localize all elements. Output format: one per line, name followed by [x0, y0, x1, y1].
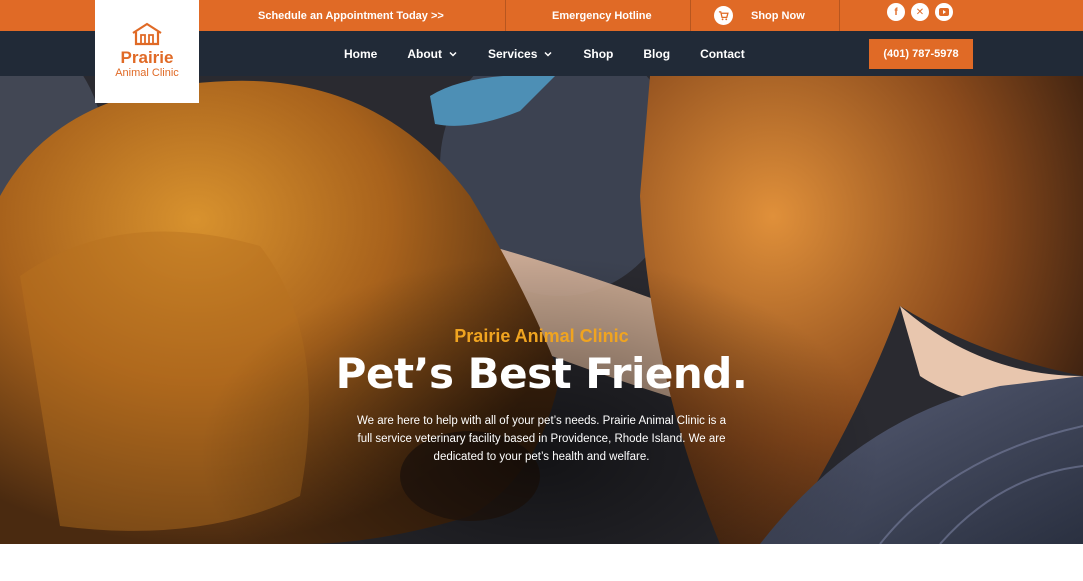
emergency-hotline-link[interactable]: Emergency Hotline [552, 0, 652, 31]
nav-item-shop[interactable]: Shop [583, 47, 613, 61]
nav-item-label: About [407, 46, 442, 61]
hero-content: Prairie Animal Clinic Pet’s Best Friend.… [0, 326, 1083, 466]
hero-kicker: Prairie Animal Clinic [454, 326, 629, 346]
phone-button[interactable]: (401) 787-5978 [869, 39, 973, 69]
hero-title: Pet’s Best Friend. [335, 349, 748, 398]
emergency-hotline-label: Emergency Hotline [552, 9, 652, 22]
nav-item-label: Blog [643, 46, 671, 61]
facebook-icon[interactable]: f [887, 3, 905, 21]
divider [505, 0, 506, 31]
schedule-appointment-link[interactable]: Schedule an Appointment Today >> [258, 0, 444, 31]
nav-item-about[interactable]: About [407, 47, 458, 61]
page-content-start [0, 544, 1083, 581]
cart-icon [714, 6, 733, 25]
hero-overlay [0, 76, 1083, 544]
nav-item-label: Shop [583, 46, 614, 61]
schedule-appointment-label: Schedule an Appointment Today >> [258, 9, 444, 22]
nav-links: Home About Services Shop Blog Contact [344, 31, 775, 76]
nav-item-services[interactable]: Services [488, 47, 553, 61]
nav-item-label: Services [488, 46, 538, 61]
logo-name: Prairie [120, 48, 174, 67]
divider [839, 0, 840, 31]
nav-item-label: Contact [700, 46, 745, 61]
hero-banner: Prairie Animal Clinic Pet’s Best Friend.… [0, 76, 1083, 544]
youtube-icon[interactable] [935, 3, 953, 21]
chevron-down-icon [449, 51, 457, 57]
social-links: f ✕ [887, 3, 953, 21]
nav-item-label: Home [344, 46, 378, 61]
logo-subtitle: Animal Clinic [115, 67, 179, 79]
nav-item-home[interactable]: Home [344, 47, 377, 61]
shop-now-link[interactable]: Shop Now [714, 0, 805, 31]
barn-icon [132, 22, 162, 46]
x-icon[interactable]: ✕ [911, 3, 929, 21]
hero-description: We are here to help with all of your pet… [356, 415, 727, 463]
phone-number: (401) 787-5978 [883, 48, 959, 60]
nav-item-blog[interactable]: Blog [643, 47, 670, 61]
nav-item-contact[interactable]: Contact [700, 47, 745, 61]
site-logo[interactable]: Prairie Animal Clinic [95, 0, 199, 103]
divider [690, 0, 691, 31]
chevron-down-icon [544, 51, 552, 57]
shop-now-label: Shop Now [751, 9, 805, 22]
